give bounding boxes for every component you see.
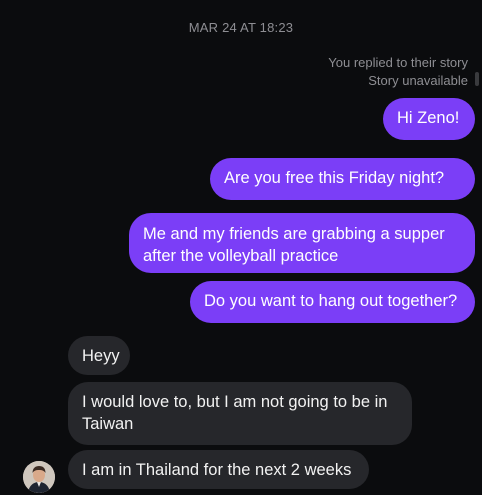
message-outgoing[interactable]: Do you want to hang out together? — [190, 281, 475, 323]
story-preview-bar — [475, 72, 479, 86]
chat-timestamp: MAR 24 AT 18:23 — [188, 20, 294, 35]
person-avatar-icon — [23, 461, 55, 493]
message-incoming[interactable]: Heyy — [68, 336, 130, 375]
message-outgoing[interactable]: Are you free this Friday night? — [210, 158, 475, 200]
message-incoming[interactable]: I would love to, but I am not going to b… — [68, 382, 412, 445]
message-outgoing[interactable]: Hi Zeno! — [383, 98, 475, 140]
story-status[interactable]: Story unavailable — [368, 73, 468, 88]
contact-avatar[interactable] — [23, 461, 55, 493]
message-incoming[interactable]: I am in Thailand for the next 2 weeks — [68, 450, 369, 489]
message-outgoing[interactable]: Me and my friends are grabbing a supper … — [129, 213, 475, 273]
story-reply-note: You replied to their story — [328, 55, 468, 70]
